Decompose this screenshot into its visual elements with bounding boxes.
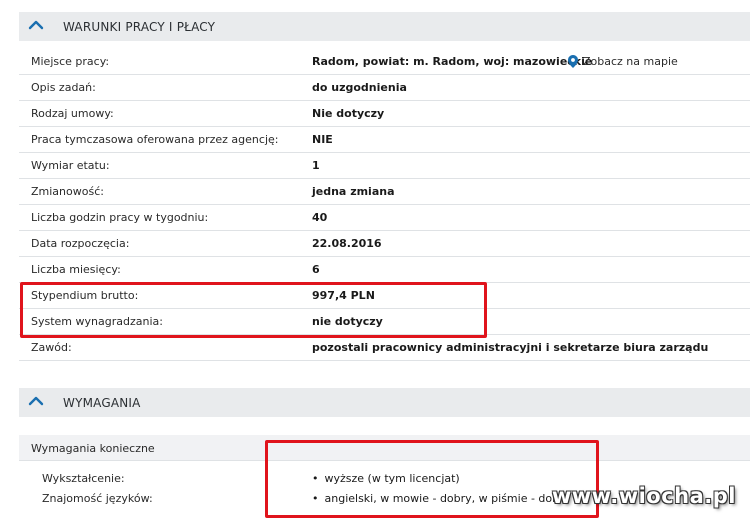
row-label: Data rozpoczęcia:: [31, 237, 130, 250]
table-row: Zawód: pozostali pracownicy administracy…: [19, 335, 750, 361]
row-value: jedna zmiana: [312, 185, 395, 198]
map-link-label: Zobacz na mapie: [583, 55, 678, 68]
row-label: Zmianowość:: [31, 185, 104, 198]
row-value: Nie dotyczy: [312, 107, 385, 120]
table-row: Liczba godzin pracy w tygodniu: 40: [19, 205, 750, 231]
row-label: Zawód:: [31, 341, 72, 354]
requirement-label: Wykształcenie:: [42, 472, 125, 485]
section-header-requirements[interactable]: WYMAGANIA: [19, 388, 750, 417]
highlight-box-requirements: [265, 440, 599, 518]
row-label: Praca tymczasowa oferowana przez agencję…: [31, 133, 279, 146]
table-row: Wymiar etatu: 1: [19, 153, 750, 179]
chevron-up-icon[interactable]: [27, 392, 45, 410]
row-value: pozostali pracownicy administracyjni i s…: [312, 341, 709, 354]
row-label: Liczba godzin pracy w tygodniu:: [31, 211, 209, 224]
table-row: Miejsce pracy: Radom, powiat: m. Radom, …: [19, 49, 750, 75]
subheader-label: Wymagania konieczne: [31, 442, 155, 455]
chevron-up-icon[interactable]: [27, 16, 45, 34]
row-value: 22.08.2016: [312, 237, 382, 250]
row-value: NIE: [312, 133, 333, 146]
requirement-label: Znajomość języków:: [42, 492, 153, 505]
highlight-box-salary: [20, 282, 487, 338]
section-header-work-conditions[interactable]: WARUNKI PRACY I PŁACY: [19, 12, 750, 41]
row-label: Miejsce pracy:: [31, 55, 110, 68]
section-title: WARUNKI PRACY I PŁACY: [63, 19, 216, 34]
row-label: Opis zadań:: [31, 81, 96, 94]
table-row: Zmianowość: jedna zmiana: [19, 179, 750, 205]
section-title: WYMAGANIA: [63, 395, 141, 410]
row-label: Liczba miesięcy:: [31, 263, 121, 276]
watermark: www.wiocha.pl: [551, 484, 736, 508]
table-row: Opis zadań: do uzgodnienia: [19, 75, 750, 101]
row-value: 6: [312, 263, 320, 276]
table-row: Rodzaj umowy: Nie dotyczy: [19, 101, 750, 127]
row-value: 1: [312, 159, 320, 172]
row-value: Radom, powiat: m. Radom, woj: mazowiecki…: [312, 55, 593, 68]
table-row: Data rozpoczęcia: 22.08.2016: [19, 231, 750, 257]
row-value: do uzgodnienia: [312, 81, 407, 94]
table-row: Liczba miesięcy: 6: [19, 257, 750, 283]
map-pin-icon: [568, 55, 578, 68]
row-label: Wymiar etatu:: [31, 159, 110, 172]
table-row: Praca tymczasowa oferowana przez agencję…: [19, 127, 750, 153]
row-label: Rodzaj umowy:: [31, 107, 114, 120]
show-on-map-link[interactable]: Zobacz na mapie: [568, 55, 678, 68]
row-value: 40: [312, 211, 328, 224]
